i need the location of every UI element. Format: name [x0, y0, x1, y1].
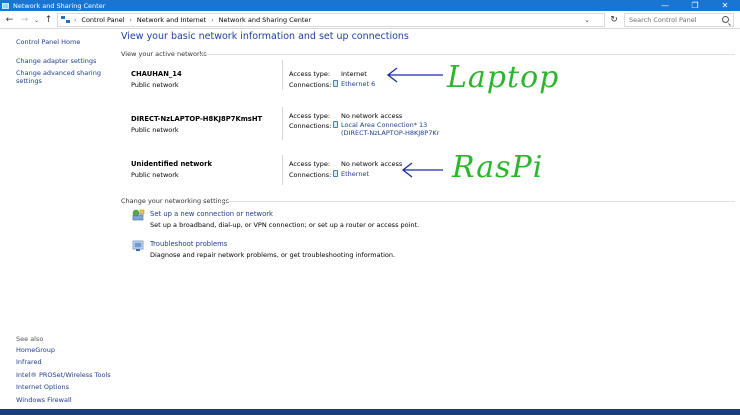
search-icon[interactable] — [722, 16, 729, 23]
close-button[interactable]: ✕ — [710, 0, 740, 11]
annotation-arrow — [386, 67, 443, 83]
setup-connection-link[interactable]: Set up a new connection or network — [150, 210, 273, 218]
access-type-label: Access type: — [289, 112, 331, 120]
change-settings-label: Change your networking settings — [121, 197, 230, 205]
sidebar-link-adapter[interactable]: Change adapter settings — [16, 57, 96, 65]
access-type-value: No network access — [341, 112, 403, 120]
network-type-link[interactable]: Public network — [131, 81, 179, 89]
network-icon — [2, 2, 9, 9]
window-title: Network and Sharing Center — [13, 1, 106, 10]
new-connection-icon — [132, 209, 145, 221]
access-type-value: No network access — [341, 160, 403, 168]
access-type-label: Access type: — [289, 160, 331, 168]
network-type-link[interactable]: Public network — [131, 126, 179, 134]
title-bar: Network and Sharing Center — ❐ ✕ — [0, 0, 740, 11]
breadcrumb-separator[interactable]: › — [211, 17, 213, 24]
network-name: Unidentified network — [131, 160, 212, 168]
address-dropdown-icon[interactable]: ⌄ — [584, 16, 590, 24]
see-also-firewall[interactable]: Windows Firewall — [16, 396, 72, 404]
breadcrumb-network-internet[interactable]: Network and Internet — [137, 16, 206, 24]
troubleshoot-icon — [132, 240, 144, 251]
section-divider — [198, 54, 735, 55]
connections-label: Connections: — [289, 122, 332, 130]
connection-link[interactable]: Ethernet 6 — [341, 80, 375, 88]
active-networks-label: View your active networks — [121, 50, 207, 58]
connection-link-line2[interactable]: (DIRECT-NzLAPTOP-H8KJ8P7Kr — [341, 129, 439, 137]
breadcrumb-separator[interactable]: › — [130, 17, 132, 24]
network-name: DIRECT-NzLAPTOP-H8KJ8P7KmsHT — [131, 115, 263, 123]
connections-label: Connections: — [289, 171, 332, 179]
section-divider — [219, 201, 735, 202]
see-also-internet-options[interactable]: Internet Options — [16, 383, 69, 391]
network-type-link[interactable]: Public network — [131, 171, 179, 179]
search-placeholder: Search Control Panel — [629, 16, 697, 24]
taskbar-strip — [0, 409, 740, 415]
see-also-homegroup[interactable]: HomeGroup — [16, 346, 55, 354]
minimize-button[interactable]: — — [650, 0, 680, 11]
ethernet-icon — [333, 80, 338, 87]
annotation-arrow — [401, 162, 443, 178]
ethernet-icon — [333, 170, 338, 177]
see-also-proset[interactable]: Intel® PROSet/Wireless Tools — [16, 371, 111, 379]
annotation-raspi: RasPi — [452, 150, 544, 185]
address-box[interactable]: › Control Panel › Network and Internet ›… — [57, 13, 605, 27]
column-divider — [282, 155, 283, 185]
control-panel-icon — [61, 16, 70, 24]
connection-link[interactable]: Ethernet — [341, 170, 369, 178]
sidebar-link-home[interactable]: Control Panel Home — [16, 38, 80, 46]
access-type-value: Internet — [341, 70, 367, 78]
page-title: View your basic network information and … — [121, 31, 409, 42]
breadcrumb-control-panel[interactable]: Control Panel — [81, 16, 124, 24]
setup-connection-desc: Set up a broadband, dial-up, or VPN conn… — [150, 221, 420, 229]
troubleshoot-link[interactable]: Troubleshoot problems — [150, 240, 227, 248]
column-divider — [282, 60, 283, 90]
sidebar-link-advanced-sharing[interactable]: Change advanced sharing settings — [16, 69, 106, 85]
network-name: CHAUHAN_14 — [131, 70, 182, 78]
refresh-icon[interactable]: ↻ — [608, 14, 620, 26]
up-arrow-icon[interactable]: ↑ — [42, 13, 55, 27]
connections-label: Connections: — [289, 81, 332, 89]
see-also-label: See also — [16, 335, 44, 343]
access-type-label: Access type: — [289, 70, 331, 78]
breadcrumb-sharing-center[interactable]: Network and Sharing Center — [219, 16, 311, 24]
wifi-direct-icon — [333, 121, 338, 128]
annotation-laptop: Laptop — [447, 60, 560, 95]
column-divider — [282, 107, 283, 140]
maximize-button[interactable]: ❐ — [680, 0, 710, 11]
search-input[interactable]: Search Control Panel — [624, 13, 734, 27]
connection-link-line1[interactable]: Local Area Connection* 13 — [341, 121, 427, 129]
troubleshoot-desc: Diagnose and repair network problems, or… — [150, 251, 396, 259]
breadcrumb-separator[interactable]: › — [74, 17, 76, 24]
back-arrow-icon[interactable]: ← — [3, 13, 16, 27]
see-also-infrared[interactable]: Infrared — [16, 358, 42, 366]
